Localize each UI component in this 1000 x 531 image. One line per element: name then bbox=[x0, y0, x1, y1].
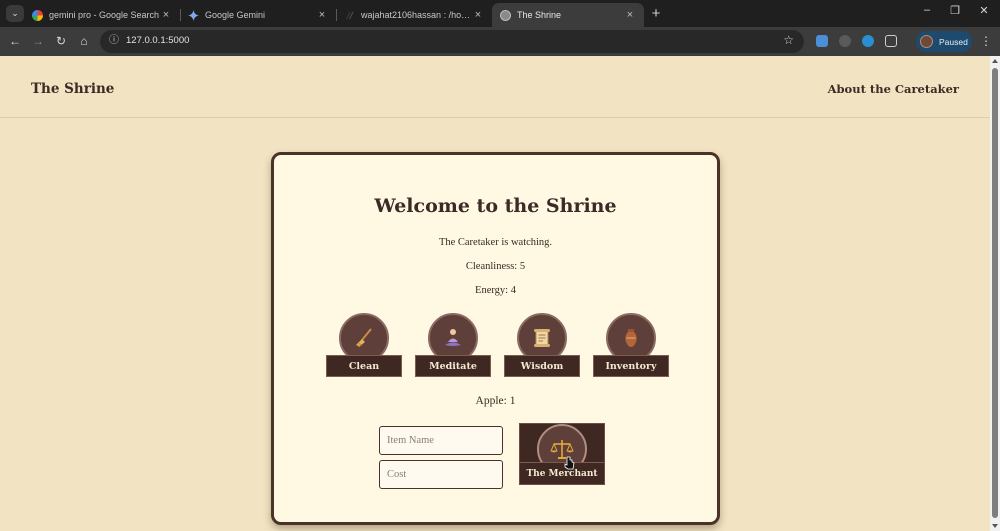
bookmark-star-icon[interactable]: ☆ bbox=[783, 33, 794, 47]
close-icon[interactable]: × bbox=[316, 9, 328, 21]
vase-icon bbox=[625, 329, 637, 347]
inventory-button[interactable]: Inventory bbox=[593, 355, 669, 377]
tab-title: Google Gemini bbox=[205, 10, 266, 20]
close-icon[interactable]: × bbox=[472, 9, 484, 21]
restore-button[interactable]: ❐ bbox=[945, 4, 965, 17]
globe-icon bbox=[500, 9, 511, 21]
meditation-icon bbox=[445, 329, 461, 346]
inventory-action[interactable]: Inventory bbox=[593, 313, 669, 377]
page-title: Welcome to the Shrine bbox=[374, 195, 617, 217]
avatar bbox=[920, 35, 933, 48]
profile-status: Paused bbox=[939, 36, 968, 47]
reload-icon[interactable]: ↻ bbox=[54, 34, 68, 48]
item-name-input[interactable] bbox=[379, 426, 503, 455]
inventory-list-item: Apple: 1 bbox=[475, 395, 516, 407]
tab-google-gemini[interactable]: Google Gemini × bbox=[180, 3, 336, 27]
close-icon[interactable]: × bbox=[160, 9, 172, 21]
google-icon bbox=[32, 9, 43, 21]
scroll-down-arrow-icon[interactable] bbox=[992, 524, 998, 528]
extension-circle-icon[interactable] bbox=[839, 35, 851, 47]
meditate-button[interactable]: Meditate bbox=[415, 355, 491, 377]
address-bar[interactable]: ⓘ 127.0.0.1:5000 ☆ bbox=[100, 30, 804, 53]
site-info-icon[interactable]: ⓘ bbox=[108, 35, 120, 47]
scroll-up-arrow-icon[interactable] bbox=[992, 59, 998, 63]
browser-tab-strip: ⌄ gemini pro - Google Search × Google Ge… bbox=[0, 0, 1000, 27]
extensions-puzzle-icon[interactable] bbox=[885, 35, 897, 47]
meditate-action[interactable]: Meditate bbox=[415, 313, 491, 377]
minimize-button[interactable]: – bbox=[917, 4, 937, 16]
more-menu-icon[interactable]: ⋮ bbox=[980, 34, 992, 48]
page-scrollbar[interactable] bbox=[990, 56, 1000, 531]
browser-toolbar: ← → ↻ ⌂ ⓘ 127.0.0.1:5000 ☆ Paused ⋮ bbox=[0, 27, 1000, 56]
site-brand[interactable]: The Shrine bbox=[31, 81, 114, 97]
terminal-icon bbox=[345, 11, 354, 19]
tab-title: wajahat2106hassan : /home/wajahat2106has… bbox=[361, 10, 472, 20]
tab-google-search[interactable]: gemini pro - Google Search × bbox=[24, 3, 180, 27]
url-text[interactable]: 127.0.0.1:5000 bbox=[126, 35, 189, 46]
clean-action[interactable]: Clean bbox=[326, 313, 402, 377]
page-content: The Shrine About the Caretaker Welcome t… bbox=[0, 56, 990, 531]
wisdom-button[interactable]: Wisdom bbox=[504, 355, 580, 377]
profile-button[interactable]: Paused bbox=[916, 31, 972, 52]
scroll-thumb[interactable] bbox=[992, 68, 998, 518]
about-caretaker-link[interactable]: About the Caretaker bbox=[828, 82, 959, 96]
shrine-card: Welcome to the Shrine The Caretaker is w… bbox=[271, 152, 720, 525]
close-window-button[interactable]: ✕ bbox=[974, 4, 994, 17]
merchant-label[interactable]: The Merchant bbox=[520, 462, 604, 484]
cleanliness-stat: Cleanliness: 5 bbox=[465, 261, 526, 272]
new-tab-button[interactable]: + bbox=[648, 5, 664, 22]
home-icon[interactable]: ⌂ bbox=[77, 34, 91, 48]
wisdom-action[interactable]: Wisdom bbox=[504, 313, 580, 377]
gemini-icon bbox=[188, 9, 199, 21]
tab-search-button[interactable]: ⌄ bbox=[6, 5, 24, 22]
tab-title: The Shrine bbox=[517, 10, 562, 20]
broom-icon bbox=[356, 328, 372, 348]
clean-button[interactable]: Clean bbox=[326, 355, 402, 377]
tab-terminal[interactable]: wajahat2106hassan : /home/wajahat2106has… bbox=[336, 3, 492, 27]
extension-edge-icon[interactable] bbox=[862, 35, 874, 47]
tab-the-shrine[interactable]: The Shrine × bbox=[492, 3, 644, 27]
caretaker-status: The Caretaker is watching. bbox=[438, 237, 553, 248]
energy-stat: Energy: 4 bbox=[475, 285, 516, 296]
extension-shield-icon[interactable] bbox=[816, 35, 828, 47]
forward-arrow-icon[interactable]: → bbox=[31, 34, 45, 48]
close-icon[interactable]: × bbox=[624, 9, 636, 21]
merchant-button[interactable]: The Merchant bbox=[519, 423, 605, 485]
tab-title: gemini pro - Google Search bbox=[49, 10, 160, 20]
scroll-icon bbox=[534, 329, 550, 347]
site-header: The Shrine About the Caretaker bbox=[0, 56, 990, 118]
cost-input[interactable] bbox=[379, 460, 503, 489]
back-arrow-icon[interactable]: ← bbox=[8, 34, 22, 48]
